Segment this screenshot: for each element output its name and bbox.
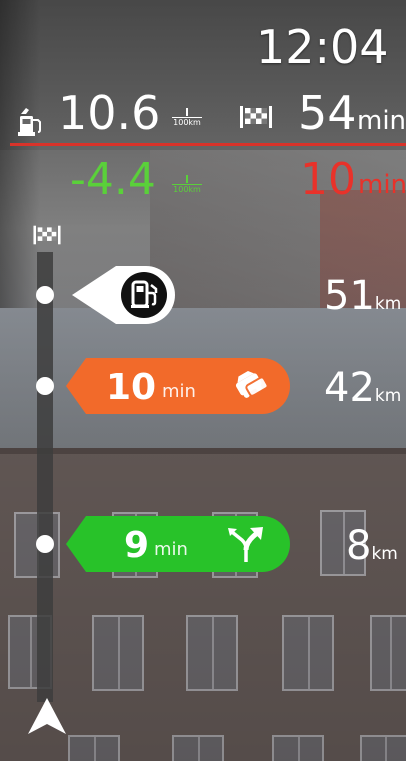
traffic-event-pill[interactable]: 10 min (66, 358, 290, 414)
distance-value: 51 (324, 273, 375, 319)
fuel-consumption-unit: 1 100km (172, 108, 202, 127)
distance-value: 8 (346, 523, 372, 569)
traffic-event-distance: 42km (324, 368, 401, 408)
time-to-destination-unit: min (357, 106, 406, 136)
delay-value: 10 (300, 154, 356, 205)
fuel-pump-icon (18, 108, 41, 136)
fuel-consumption-difference: -4.4 (70, 154, 156, 205)
route-time-saving-value: 9 (124, 525, 150, 566)
alternative-route-pill[interactable]: 9 min (66, 516, 290, 572)
route-event-marker (36, 377, 54, 395)
route-event-marker (36, 535, 54, 553)
traffic-jam-icon (235, 371, 269, 398)
distance-unit: km (374, 294, 402, 314)
navigation-arrow-icon (28, 698, 66, 734)
unit-denominator: 100km (173, 185, 201, 194)
traffic-delay-unit: min (162, 381, 196, 402)
route-destination-flag-icon (33, 225, 61, 245)
fuel-station-distance: 51km (324, 276, 401, 316)
distance-unit: km (374, 386, 402, 406)
checkered-flag-icon (240, 106, 272, 128)
time-to-destination-value: 54 (298, 86, 357, 140)
delay-unit: min (358, 170, 406, 200)
fuel-difference-unit: 100km (172, 175, 202, 194)
distance-value: 42 (324, 365, 375, 411)
traffic-delay-value: 10 (106, 367, 157, 408)
fuel-consumption-value: 10.6 (58, 86, 161, 140)
route-time-saving-unit: min (154, 539, 188, 560)
route-bar[interactable] (37, 252, 53, 702)
header-divider (10, 143, 406, 146)
fuel-station-icon (131, 280, 158, 308)
route-event-marker (36, 286, 54, 304)
unit-denominator: 100km (173, 118, 201, 127)
distance-unit: km (371, 544, 398, 564)
fuel-station-pin[interactable] (72, 264, 176, 326)
current-time: 12:04 (256, 20, 389, 74)
fuel-station-pin-shape (72, 266, 175, 324)
route-split-icon (228, 527, 263, 562)
alternative-route-distance: 8km (346, 526, 398, 566)
